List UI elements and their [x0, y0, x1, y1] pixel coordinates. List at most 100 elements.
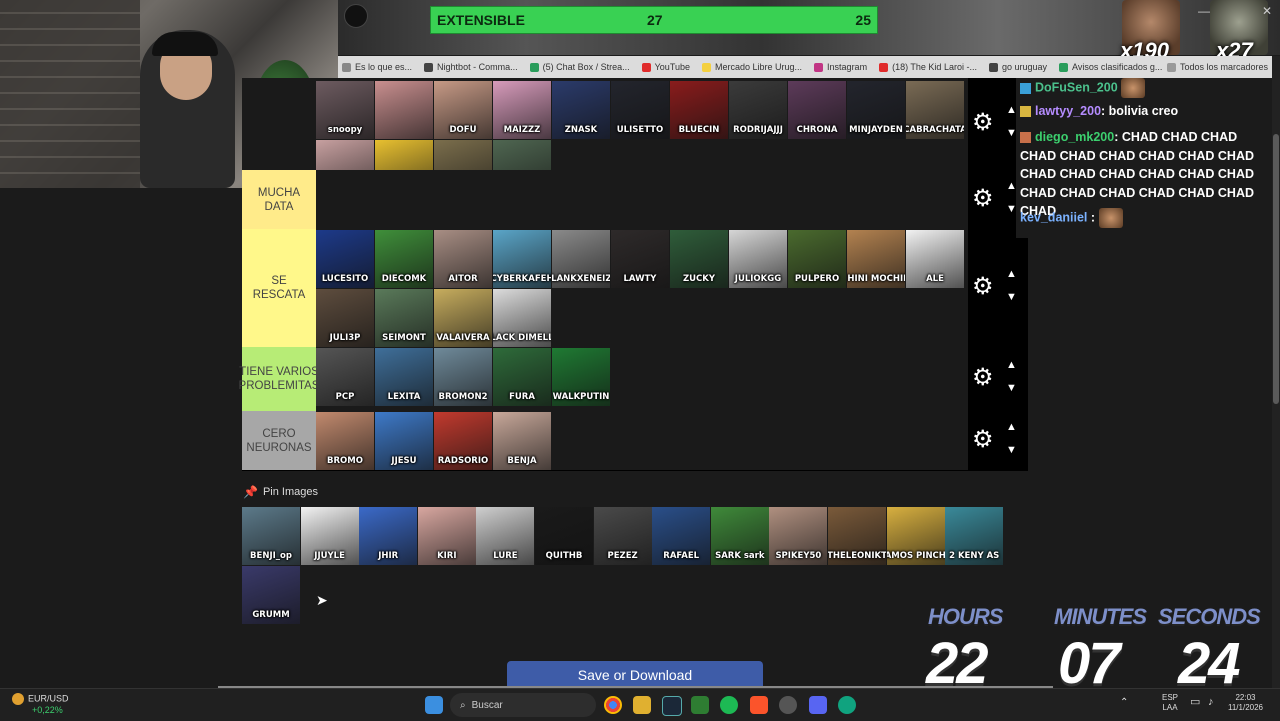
tier-item-image[interactable] — [375, 81, 433, 139]
pin-image-item[interactable]: VAMOS PINCHA — [886, 507, 945, 565]
tier-item-image[interactable]: LAWTY — [611, 230, 669, 288]
obs-icon[interactable] — [779, 696, 797, 714]
pin-image-item[interactable]: JJUYLE — [300, 507, 359, 565]
pin-image-item[interactable]: PEZEZ — [593, 507, 652, 565]
pin-image-item[interactable]: GRUMM — [242, 566, 300, 624]
tier-item-image[interactable]: snoopy — [316, 81, 374, 139]
network-icon[interactable]: ▭ — [1190, 697, 1200, 708]
tier-item-image[interactable]: WALKPUTIN — [552, 348, 610, 406]
pin-image-item[interactable]: JHIR — [359, 507, 418, 565]
pin-image-item[interactable]: QUITHB — [535, 507, 593, 565]
tier-item-image[interactable]: JJESU — [375, 412, 433, 470]
close-window-button[interactable]: ✕ — [1262, 4, 1272, 18]
tier-item-label: MINJAYDEN — [849, 125, 903, 135]
tier-item-image[interactable]: BLACK DIMELLA — [493, 289, 551, 347]
bookmark-item[interactable]: go uruguay — [988, 62, 1047, 72]
tab-favicon[interactable] — [344, 4, 368, 28]
tier-label[interactable] — [242, 78, 316, 170]
tier-item-image[interactable]: ZNASK — [552, 81, 610, 139]
bookmark-item[interactable]: Todos los marcadores — [1166, 62, 1268, 72]
bookmark-item[interactable]: Instagram — [814, 62, 867, 72]
tier-item-image[interactable]: PCP — [316, 348, 374, 406]
tier-item-image[interactable]: PULPERO — [788, 230, 846, 288]
bookmark-item[interactable]: Es lo que es... — [342, 62, 412, 72]
tier-item-image[interactable]: FURA — [493, 348, 551, 406]
steam-icon[interactable] — [662, 696, 682, 716]
tier-item-image[interactable]: RODRIJAJJJ — [729, 81, 787, 139]
clock[interactable]: 22:03 11/1/2026 — [1228, 693, 1263, 713]
tier-item-image[interactable]: DIECOMK — [375, 230, 433, 288]
tier-item-image[interactable]: ULISETTO — [611, 81, 669, 139]
scrollbar-thumb[interactable] — [1273, 134, 1279, 404]
tier-item-image[interactable]: AITOR — [434, 230, 492, 288]
tier-item-image[interactable]: BLUECIN — [670, 81, 728, 139]
bookmark-item[interactable]: Avisos clasificados g... — [1059, 62, 1162, 72]
pin-image-item[interactable]: RAFAEL — [652, 507, 711, 565]
bookmark-item[interactable]: (18) The Kid Laroi -... — [879, 62, 977, 72]
tier-item-image[interactable]: MAIZZZ — [493, 81, 551, 139]
spotify-icon[interactable] — [720, 696, 738, 714]
tier-settings-gear-icon[interactable]: ⚙ — [972, 272, 994, 301]
tier-label[interactable]: CERO NEURONAS — [242, 411, 316, 470]
bookmark-item[interactable]: YouTube — [641, 62, 690, 72]
tier-item-image[interactable]: BROMO — [316, 412, 374, 470]
tier-item-image[interactable]: JULI3P — [316, 289, 374, 347]
discord-icon[interactable] — [809, 696, 827, 714]
tray-expand-icon[interactable]: ⌃ — [1120, 698, 1128, 708]
tier-item-image[interactable]: BROMON2 — [434, 348, 492, 406]
move-tier-up-chevron-icon[interactable]: ▲ — [1006, 359, 1017, 371]
tier-item-image[interactable]: MINJAYDEN — [847, 81, 905, 139]
language-indicator[interactable]: ESP LAA — [1162, 693, 1178, 713]
move-tier-up-chevron-icon[interactable]: ▲ — [1006, 421, 1017, 433]
tier-settings-gear-icon[interactable]: ⚙ — [972, 108, 994, 137]
chatgpt-icon[interactable] — [838, 696, 856, 714]
tier-item-image[interactable]: ZUCKY — [670, 230, 728, 288]
tier-item-image[interactable]: LUCESITO — [316, 230, 374, 288]
pin-image-item[interactable]: BENJI_op — [242, 507, 300, 565]
tier-item-image[interactable]: JULIOKGG — [729, 230, 787, 288]
tier-settings-gear-icon[interactable]: ⚙ — [972, 363, 994, 392]
tier-item-image[interactable]: RADSORIO — [434, 412, 492, 470]
pin-images-header[interactable]: 📌 Pin Images — [243, 485, 318, 499]
bookmark-item[interactable]: Nightbot - Comma... — [424, 62, 518, 72]
tier-item-image[interactable]: CHRONA — [788, 81, 846, 139]
move-tier-down-chevron-icon[interactable]: ▼ — [1006, 444, 1017, 456]
tier-label[interactable]: MUCHA DATA — [242, 170, 316, 229]
tier-item-image[interactable]: VALAIVERA — [434, 289, 492, 347]
pin-image-item[interactable]: SARK sark — [710, 507, 769, 565]
windows-start-icon[interactable] — [425, 696, 443, 714]
tier-item-image[interactable]: DOFU — [434, 81, 492, 139]
vertical-scrollbar[interactable] — [1272, 56, 1280, 688]
pin-image-item[interactable]: 2 KENY AS — [945, 507, 1004, 565]
tier-settings-gear-icon[interactable]: ⚙ — [972, 184, 994, 213]
file-explorer-icon[interactable] — [633, 696, 651, 714]
pin-image-item[interactable]: KIRI — [417, 507, 476, 565]
minimize-button[interactable]: — — [1198, 4, 1210, 18]
move-tier-up-chevron-icon[interactable]: ▲ — [1006, 268, 1017, 280]
tier-item-image[interactable]: LEXITA — [375, 348, 433, 406]
bookmark-item[interactable]: Mercado Libre Urug... — [702, 62, 802, 72]
tier-item-image[interactable]: BENJA — [493, 412, 551, 470]
taskbar-search[interactable]: ⌕ Buscar — [450, 693, 596, 717]
pin-image-item[interactable]: THELEONIKT — [828, 507, 886, 565]
tier-label[interactable]: SE RESCATA — [242, 229, 316, 347]
pin-image-item[interactable]: LURE — [476, 507, 535, 565]
tier-item-image[interactable]: COOCHINI MOCHINICAY — [847, 230, 905, 288]
tier-item-image[interactable]: CYBERKAFEH — [493, 230, 551, 288]
tier-label[interactable]: TIENE VARIOS PROBLEMITAS — [239, 347, 319, 411]
save-download-button[interactable]: Save or Download — [507, 661, 763, 689]
move-tier-down-chevron-icon[interactable]: ▼ — [1006, 291, 1017, 303]
tier-item-image[interactable]: BLANKXENEIZE — [552, 230, 610, 288]
pin-image-item[interactable]: SPIKEY50 — [769, 507, 828, 565]
tier-settings-gear-icon[interactable]: ⚙ — [972, 425, 994, 454]
xbox-icon[interactable] — [691, 696, 709, 714]
currency-widget[interactable]: EUR/USD +0,22% — [12, 693, 69, 716]
volume-icon[interactable]: ♪ — [1208, 697, 1214, 708]
move-tier-down-chevron-icon[interactable]: ▼ — [1006, 382, 1017, 394]
tier-item-image[interactable]: CABRACHATA — [906, 81, 964, 139]
chrome-icon[interactable] — [604, 696, 622, 714]
tier-item-image[interactable]: SEIMONT — [375, 289, 433, 347]
brave-icon[interactable] — [750, 696, 768, 714]
bookmark-item[interactable]: (5) Chat Box / Strea... — [529, 62, 630, 72]
tier-item-image[interactable]: ALE — [906, 230, 964, 288]
